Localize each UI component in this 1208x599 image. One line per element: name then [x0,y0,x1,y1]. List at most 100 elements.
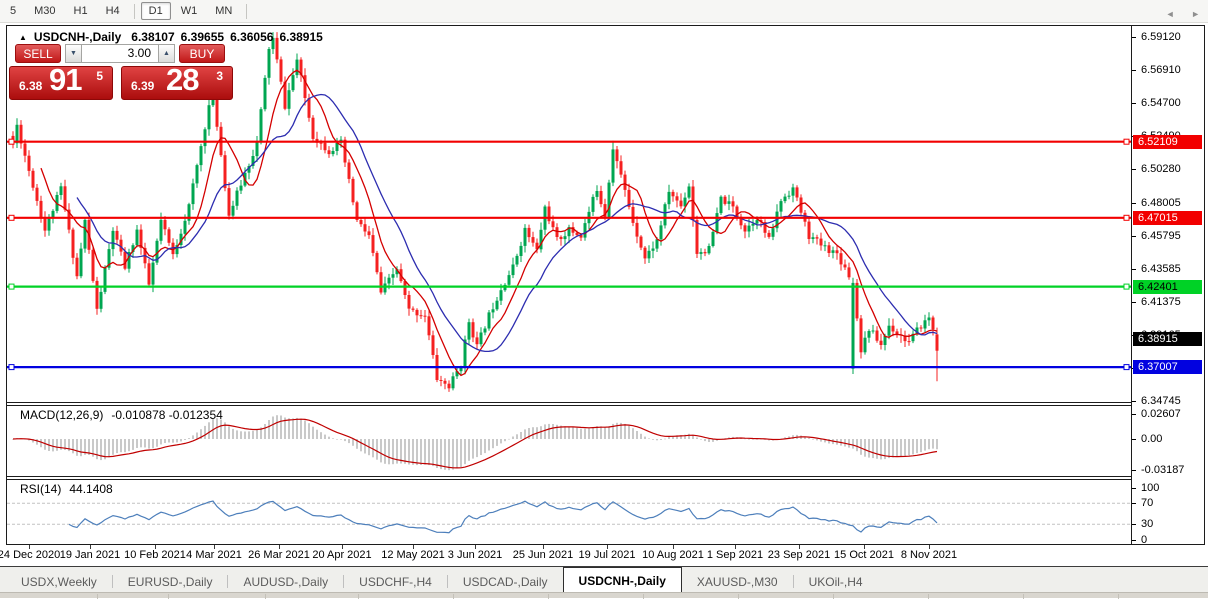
tab-xauusd-m30[interactable]: XAUUSD-,M30 [682,571,793,592]
price-tick-label: 6.48005 [1141,197,1181,209]
price-tick-label: 6.41375 [1141,296,1181,308]
buy-price-box[interactable]: 6.39 28 3 [121,66,233,100]
status-cell-divider [1118,594,1119,599]
axis-tick-mark [1132,414,1136,415]
rsi-indicator-label: RSI(14)44.1408 [20,482,113,496]
axis-tick-mark [1132,169,1136,170]
axis-tick-mark [1132,439,1136,440]
status-cell-divider [453,594,454,599]
status-cell-divider [738,594,739,599]
collapse-triangle-icon[interactable]: ▲ [19,33,27,42]
date-label: 8 Nov 2021 [901,549,957,561]
mt4-terminal: { "toolbar": { "timeframes": ["5", "M30"… [0,0,1208,598]
axis-tick-mark [1132,37,1136,38]
date-label: 26 Mar 2021 [248,549,310,561]
volume-stepper: ▼ 3.00 ▲ [65,44,175,63]
axis-tick-mark [1132,470,1136,471]
tab-eurusd-daily[interactable]: EURUSD-,Daily [113,571,228,592]
axis-tick-mark [1132,302,1136,303]
rsi-tick-label: 30 [1141,518,1153,530]
sell-price-box[interactable]: 6.38 91 5 [9,66,113,100]
toolbar-separator [134,4,135,19]
rsi-tick-label: 0 [1141,534,1147,546]
volume-input[interactable]: 3.00 [82,44,158,63]
axis-tick-mark [1132,269,1136,270]
macd-tick-label: 0.00 [1141,433,1162,445]
rsi-title: RSI(14) [20,482,61,496]
chart-window: ▲ USDCNH-,Daily 6.38107 6.39655 6.36056 … [6,25,1205,545]
price-tick-label: 6.43585 [1141,263,1181,275]
buy-price-big: 28 [166,62,198,98]
buy-button[interactable]: BUY [179,44,225,63]
date-axis: 24 Dec 202019 Jan 202110 Feb 20214 Mar 2… [7,546,1202,563]
tab-usdx-weekly[interactable]: USDX,Weekly [6,571,112,592]
sell-price-small: 6.38 [19,79,42,93]
date-label: 15 Oct 2021 [834,549,894,561]
ohlc-high: 6.39655 [181,30,224,44]
macd-values: -0.010878 -0.012354 [111,408,222,422]
date-label: 20 Apr 2021 [312,549,371,561]
date-label: 1 Sep 2021 [707,549,763,561]
rsi-tick-label: 70 [1141,497,1153,509]
tab-audusd-daily[interactable]: AUDUSD-,Daily [228,571,343,592]
tab-usdcad-daily[interactable]: USDCAD-,Daily [448,571,563,592]
sell-button[interactable]: SELL [15,44,61,63]
date-label: 12 May 2021 [381,549,445,561]
status-strip [0,592,1208,598]
price-tick-label: 6.59120 [1141,31,1181,43]
ohlc-low: 6.36056 [230,30,273,44]
status-cell-divider [928,594,929,599]
timeframe-button-mn[interactable]: MN [207,2,240,20]
level-price-label[interactable]: 6.37007 [1133,360,1202,374]
chart-symbol: USDCNH-,Daily [34,30,121,44]
timeframe-button-w1[interactable]: W1 [173,2,206,20]
timeframe-button-h1[interactable]: H1 [66,2,96,20]
axis-tick-mark [1132,203,1136,204]
chart-title: ▲ USDCNH-,Daily 6.38107 6.39655 6.36056 … [19,30,323,44]
level-price-label[interactable]: 6.52109 [1133,135,1202,149]
price-tick-label: 6.54700 [1141,97,1181,109]
axis-tick-mark [1132,503,1136,504]
one-click-trade-panel: SELL ▼ 3.00 ▲ BUY 6.38 91 5 6.39 28 3 [9,43,235,105]
macd-tick-label: 0.02607 [1141,408,1181,420]
status-cell-divider [265,594,266,599]
date-label: 4 Mar 2021 [186,549,242,561]
status-cell-divider [1023,594,1024,599]
buy-price-sup: 3 [216,69,223,83]
timeframe-button-d1[interactable]: D1 [141,2,171,20]
tab-usdcnh-daily[interactable]: USDCNH-,Daily [563,567,682,592]
status-cell-divider [833,594,834,599]
status-cell-divider [358,594,359,599]
axis-tick-mark [1132,488,1136,489]
date-label: 23 Sep 2021 [768,549,830,561]
timeframe-button-5[interactable]: 5 [2,2,24,20]
tab-scroll-arrows: ◄ ► [1152,9,1200,19]
level-price-label[interactable]: 6.42401 [1133,280,1202,294]
ohlc-open: 6.38107 [131,30,174,44]
date-label: 10 Aug 2021 [642,549,704,561]
tab-usdchf-h4[interactable]: USDCHF-,H4 [344,571,447,592]
volume-down-icon[interactable]: ▼ [65,44,82,63]
axis-tick-mark [1132,103,1136,104]
rsi-tick-label: 100 [1141,482,1159,494]
date-label: 19 Jan 2021 [60,549,121,561]
level-price-label[interactable]: 6.47015 [1133,211,1202,225]
axis-tick-mark [1132,540,1136,541]
status-cell-divider [168,594,169,599]
current-price-label: 6.38915 [1133,332,1202,346]
volume-up-icon[interactable]: ▲ [158,44,175,63]
date-label: 24 Dec 2020 [0,549,60,561]
tab-scroll-right-icon[interactable]: ► [1191,9,1200,19]
axis-tick-mark [1132,401,1136,402]
status-cell-divider [97,594,98,599]
timeframe-button-h4[interactable]: H4 [98,2,128,20]
tab-ukoil-h4[interactable]: UKOil-,H4 [794,571,878,592]
tab-scroll-left-icon[interactable]: ◄ [1166,9,1175,19]
sell-price-sup: 5 [96,69,103,83]
timeframe-button-m30[interactable]: M30 [26,2,63,20]
macd-indicator-label: MACD(12,26,9)-0.010878 -0.012354 [20,408,223,422]
toolbar-separator [246,4,247,19]
price-tick-label: 6.45795 [1141,230,1181,242]
status-cell-divider [643,594,644,599]
macd-tick-label: -0.03187 [1141,464,1184,476]
